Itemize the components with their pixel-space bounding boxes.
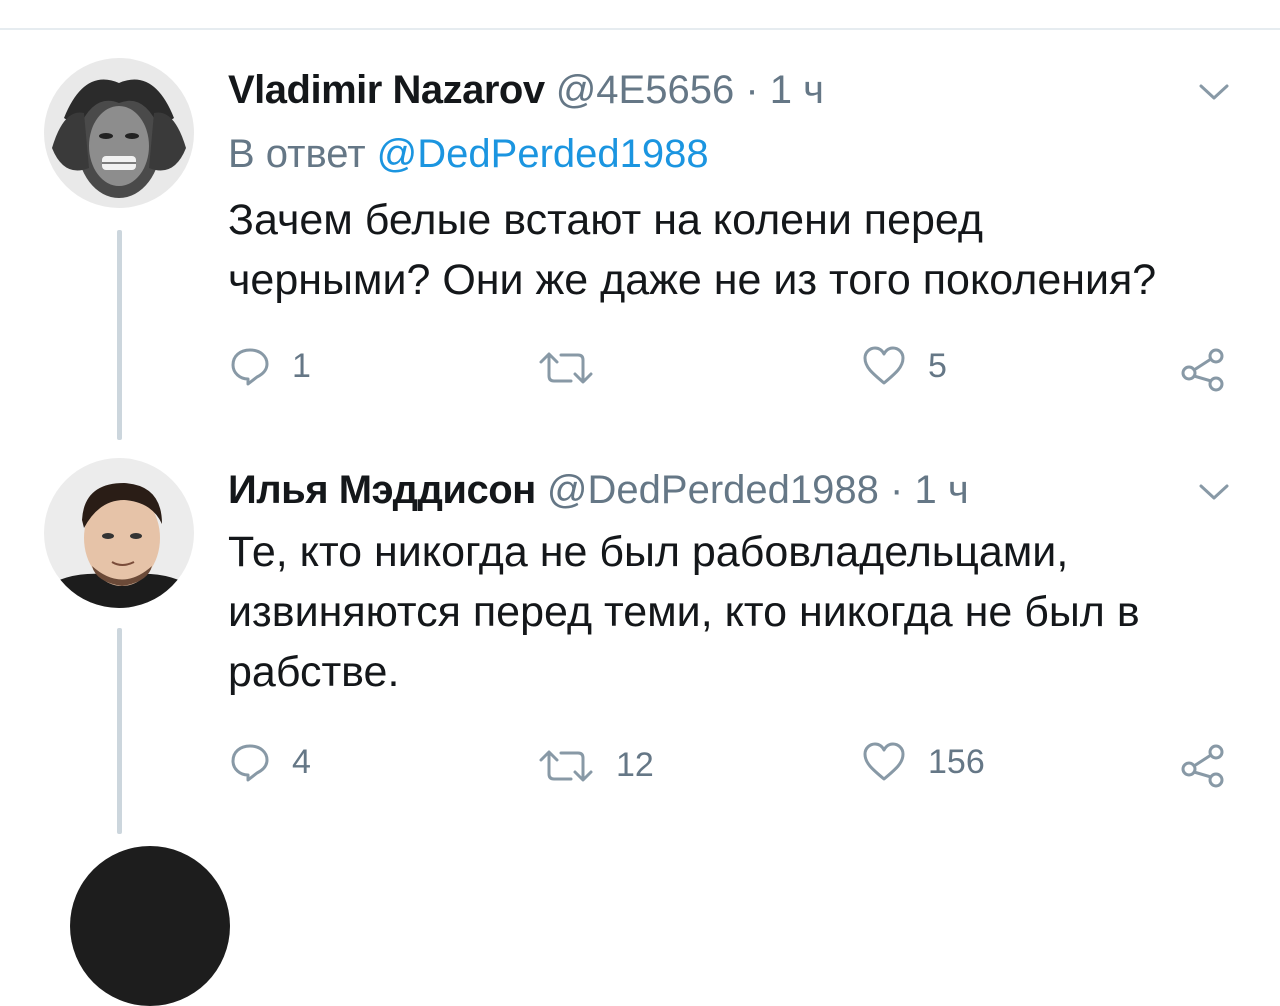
like-icon [863,346,905,385]
share-icon [1181,744,1224,788]
share-button[interactable] [1180,346,1226,392]
tweet-text-line: черными? Они же даже не из того поколени… [228,256,1157,304]
reply-icon [231,744,269,782]
author-name[interactable]: Vladimir Nazarov [228,68,545,112]
tweet-time[interactable]: 1 ч [914,468,968,512]
reply-icon [231,348,269,386]
tweet-text-line: Те, кто никогда не был рабовладельцами, [228,528,1069,576]
chevron-down-icon[interactable] [1198,482,1230,502]
tweet-header: Vladimir Nazarov @4E5656 · 1 ч [228,66,824,114]
tweet-header: Илья Мэддисон @DedPerded1988 · 1 ч [228,466,969,514]
thread-line [117,628,122,834]
retweet-icon [539,750,593,781]
tweet-time[interactable]: 1 ч [770,68,824,112]
separator-dot: · [890,468,904,512]
like-count: 5 [928,346,947,385]
reply-button[interactable]: 4 [230,742,311,782]
tweet-text-line: Зачем белые встают на колени перед [228,196,983,244]
reply-context: В ответ @DedPerded1988 [228,130,709,178]
like-icon [863,742,905,781]
author-handle[interactable]: @4E5656 [556,68,735,112]
avatar[interactable] [44,58,194,208]
tweet-text: Зачем белые встают на колени перед черны… [228,190,1238,310]
reply-count: 1 [292,346,311,385]
like-button[interactable]: 5 [862,346,947,386]
avatar[interactable] [70,846,230,1006]
chevron-down-icon[interactable] [1198,82,1230,102]
author-name[interactable]: Илья Мэддисон [228,468,536,512]
separator-dot: · [745,68,759,112]
reply-mention-link[interactable]: @DedPerded1988 [377,132,709,176]
share-button[interactable] [1180,742,1226,788]
reply-count: 4 [292,742,311,781]
author-handle[interactable]: @DedPerded1988 [547,468,879,512]
retweet-button[interactable] [538,350,616,386]
reply-prefix: В ответ [228,132,366,176]
like-count: 156 [928,742,985,781]
tweet-text: Те, кто никогда не был рабовладельцами, … [228,522,1238,702]
like-button[interactable]: 156 [862,742,985,782]
thread-line [117,230,122,440]
tweet-text-line: рабстве. [228,648,400,696]
tweet-text-line: извиняются перед теми, кто никогда не бы… [228,588,1140,636]
reply-button[interactable]: 1 [230,346,311,386]
retweet-count: 12 [616,746,654,784]
top-divider [0,28,1280,30]
share-icon [1181,348,1224,392]
retweet-button[interactable]: 12 [538,746,654,785]
avatar[interactable] [44,458,194,608]
retweet-icon [539,352,593,384]
